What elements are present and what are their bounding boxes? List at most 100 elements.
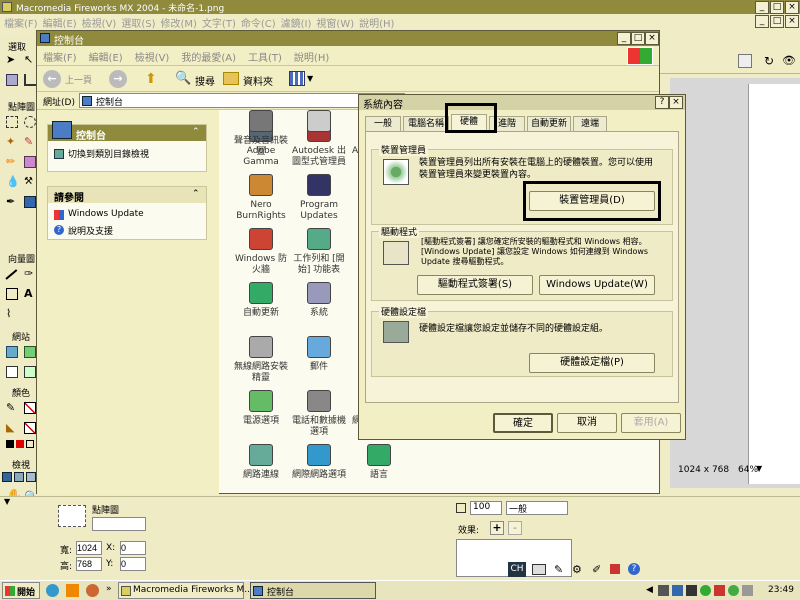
apply-button[interactable]: 套用(A) [621, 413, 681, 433]
dialog-help-button[interactable]: ? [655, 96, 669, 109]
windows-update-button[interactable]: Windows Update(W) [539, 275, 655, 295]
views-icon[interactable] [289, 71, 305, 86]
marquee-tool-icon[interactable] [6, 116, 18, 128]
fw-minimize-button[interactable]: _ [755, 1, 769, 14]
cp-item[interactable]: 電源選項 [231, 390, 287, 442]
tray-display-icon[interactable] [742, 585, 753, 596]
slice-tool-icon[interactable] [24, 346, 36, 358]
cp-item[interactable]: 網際網路選項 [289, 444, 346, 496]
tray-update-icon[interactable] [700, 585, 711, 596]
rubber-stamp-icon[interactable]: ⚒ [24, 176, 36, 188]
hotspot-tool-icon[interactable] [6, 346, 18, 358]
dialog-tab[interactable]: 自動更新 [527, 116, 571, 132]
pen-tool-icon[interactable]: ✑ [24, 268, 36, 280]
cp-menu-item[interactable]: 檔案(F) [43, 49, 77, 64]
quicklaunch-more-icon[interactable]: » [106, 584, 112, 594]
crop-tool-icon[interactable] [24, 74, 36, 86]
swap-colors-icon[interactable] [26, 440, 34, 448]
cp-item[interactable]: 郵件 [289, 336, 345, 388]
cp-item[interactable]: 語言 [349, 444, 405, 496]
tray-volume-icon[interactable] [658, 585, 669, 596]
fullscreen-menu-icon[interactable] [14, 472, 24, 482]
search-button-label[interactable]: 搜尋 [195, 73, 215, 88]
ime-lang-indicator[interactable]: CH [508, 562, 526, 577]
pen-input-icon[interactable]: ✎ [554, 563, 563, 576]
dialog-tab[interactable]: 一般 [365, 116, 401, 132]
fw-menu-item[interactable]: 視窗(W) [316, 15, 354, 30]
cp-item[interactable]: 網路連線 [231, 444, 287, 496]
cp-item[interactable]: Program Updates [289, 174, 345, 226]
ok-button[interactable]: 確定 [493, 413, 553, 433]
tool-help-icon[interactable]: ? [628, 563, 640, 575]
stroke-color-icon[interactable]: ✎ [6, 402, 18, 414]
fw-menu-item[interactable]: 命令(C) [241, 15, 276, 30]
tool-color-icon[interactable] [610, 564, 620, 574]
scale-tool-icon[interactable] [6, 74, 18, 86]
eraser-tool-icon[interactable] [24, 156, 36, 168]
search-icon[interactable]: 🔍 [175, 70, 193, 88]
x-field[interactable] [120, 541, 146, 555]
preview-icon[interactable]: 👁 [782, 54, 796, 68]
driver-signing-button[interactable]: 驅動程式簽署(S) [417, 275, 533, 295]
tray-arrow-icon[interactable]: ◀ [646, 585, 653, 595]
clock[interactable]: 23:49 [768, 585, 794, 595]
doc-restore-button[interactable]: □ [770, 15, 784, 28]
cp-item[interactable]: Windows 防火牆 [231, 228, 287, 280]
remove-effect-button[interactable]: - [508, 521, 522, 535]
fw-menu-item[interactable]: 編輯(E) [43, 15, 77, 30]
freeform-tool-icon[interactable]: ⌇ [6, 308, 18, 320]
default-colors-icon[interactable] [6, 440, 14, 448]
line-tool-icon[interactable] [5, 269, 18, 280]
stroke-swatch[interactable] [24, 402, 36, 414]
hide-slices-icon[interactable] [6, 366, 18, 378]
fw-menu-item[interactable]: 文字(T) [202, 15, 236, 30]
doc-restore-icon[interactable] [738, 54, 752, 68]
magic-wand-icon[interactable]: ✦ [6, 136, 18, 148]
keyboard-icon[interactable] [532, 564, 546, 575]
cp-menu-item[interactable]: 編輯(E) [89, 49, 123, 64]
cp-menu-item[interactable]: 工具(T) [248, 49, 282, 64]
doc-close-button[interactable]: × [785, 15, 799, 28]
tray-security-icon[interactable] [714, 585, 725, 596]
cp-menu-item[interactable]: 檢視(V) [135, 49, 170, 64]
text-tool-icon[interactable]: A [24, 288, 36, 300]
fw-menu-item[interactable]: 濾鏡(I) [281, 15, 312, 30]
fw-menu-item[interactable]: 檢視(V) [82, 15, 117, 30]
subselect-tool-icon[interactable]: ↖ [24, 54, 36, 66]
height-field[interactable] [76, 557, 102, 571]
forward-arrow-icon[interactable]: → [109, 70, 127, 88]
doc-refresh-icon[interactable]: ↻ [764, 54, 780, 68]
dialog-tab[interactable]: 遠端 [573, 116, 607, 132]
zoom-dropdown-icon[interactable]: ▼ [756, 464, 766, 474]
cp-minimize-button[interactable]: _ [617, 32, 631, 45]
task-control-panel[interactable]: 控制台 [250, 582, 376, 599]
cancel-button[interactable]: 取消 [557, 413, 617, 433]
windows-update-link[interactable]: Windows Update [68, 209, 144, 219]
fill-swatch[interactable] [24, 422, 36, 434]
eyedropper-tool-icon[interactable]: ✒ [6, 196, 18, 208]
opacity-field[interactable]: 100 [470, 501, 502, 515]
cp-item[interactable] [289, 110, 345, 162]
views-dropdown-icon[interactable]: ▼ [307, 74, 313, 83]
start-button[interactable]: 開始 [2, 582, 40, 599]
dialog-close-button[interactable]: × [669, 96, 683, 109]
pointer-tool-icon[interactable]: ➤ [6, 54, 18, 66]
show-slices-icon[interactable] [24, 366, 36, 378]
cp-menu-item[interactable]: 說明(H) [294, 49, 329, 64]
fw-close-button[interactable]: × [785, 1, 799, 14]
cp-item[interactable]: 聲音及音訊裝置 [231, 110, 288, 162]
fw-maximize-button[interactable]: □ [770, 1, 784, 14]
fw-menu-item[interactable]: 說明(H) [359, 15, 394, 30]
cp-item[interactable]: 系統 [289, 282, 345, 334]
cp-maximize-button[interactable]: □ [631, 32, 645, 45]
tray-msn-icon[interactable] [728, 585, 739, 596]
fw-menu-item[interactable]: 修改(M) [161, 15, 197, 30]
cp-item[interactable]: 自動更新 [231, 282, 287, 334]
rectangle-tool-icon[interactable] [6, 288, 18, 300]
standard-screen-icon[interactable] [2, 472, 12, 482]
quicklaunch-app-icon[interactable] [66, 584, 79, 597]
doc-minimize-button[interactable]: _ [755, 15, 769, 28]
no-color-icon[interactable] [16, 440, 24, 448]
back-arrow-icon[interactable]: ← [43, 70, 61, 88]
tool-eye-icon[interactable]: ⚙ [572, 563, 582, 576]
